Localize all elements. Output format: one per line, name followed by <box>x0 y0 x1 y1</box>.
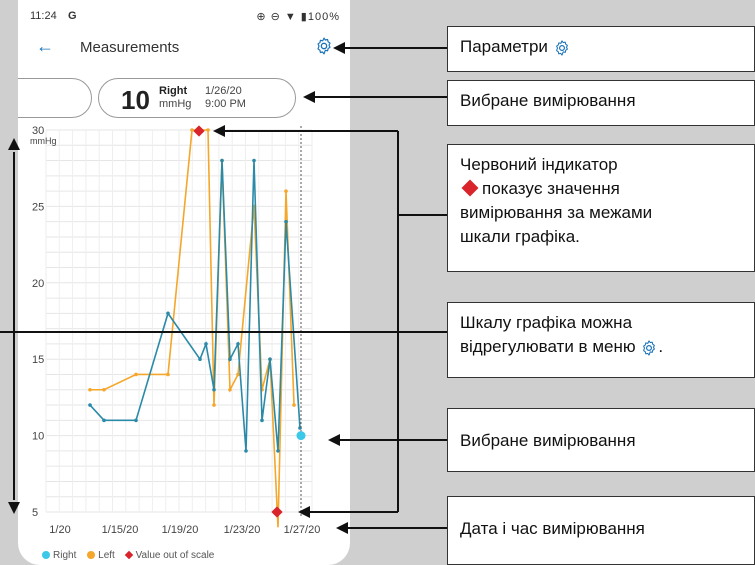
left-series-point <box>284 189 288 193</box>
right-series-point <box>260 418 264 423</box>
right-series-point <box>102 418 106 423</box>
arrow-head <box>336 522 348 534</box>
arrow-head <box>298 506 310 518</box>
right-series-line <box>89 160 301 451</box>
x-tick-label: 1/19/20 <box>162 524 199 536</box>
callout-scale-line2: відрегулювати в меню <box>460 337 636 356</box>
arrow-head <box>303 91 315 103</box>
y-tick-label: 20 <box>32 278 44 290</box>
right-series-point <box>276 449 280 453</box>
callout-selected-top: Вибране вимірювання <box>447 80 755 126</box>
callout-scale-line1: Шкалу графіка можна <box>460 313 633 332</box>
callout-selected-bottom: Вибране вимірювання <box>447 408 755 472</box>
right-series-point <box>284 219 288 224</box>
arrow-head <box>8 138 20 150</box>
y-axis-unit: mmHg <box>30 136 57 146</box>
red-diamond-icon <box>461 179 479 197</box>
y-tick-label: 25 <box>32 201 44 213</box>
callout-settings-text: Параметри <box>460 37 548 56</box>
left-series-point <box>212 403 216 407</box>
gear-icon <box>643 339 656 356</box>
gear-icon <box>555 39 568 56</box>
arrow-head <box>333 42 345 54</box>
y-tick-label: 10 <box>32 431 44 443</box>
right-series-point <box>236 342 240 346</box>
selected-point <box>296 431 306 441</box>
callout-red-line4: шкали графіка. <box>460 227 580 246</box>
right-series-point <box>244 449 248 453</box>
left-series-point <box>228 387 232 392</box>
left-series-point <box>88 387 92 392</box>
x-tick-label: 1/20 <box>49 524 70 536</box>
x-tick-label: 1/27/20 <box>284 524 321 536</box>
callout-red-line1: Червоний індикатор <box>460 155 618 174</box>
right-series-point <box>88 403 92 407</box>
callout-settings: Параметри <box>447 26 755 72</box>
left-series-point <box>292 403 296 407</box>
y-tick-label: 15 <box>32 354 44 366</box>
left-series-point <box>166 372 170 377</box>
out-of-scale-marker <box>271 506 283 518</box>
callout-datetime: Дата і час вимірювання <box>447 496 755 565</box>
arrow-head <box>8 502 20 514</box>
left-series-point <box>206 128 210 132</box>
right-series-point <box>268 357 272 362</box>
y-tick-label: 5 <box>32 507 38 519</box>
right-series-point <box>198 357 202 362</box>
left-series-point <box>190 128 194 132</box>
right-series-point <box>166 311 170 316</box>
x-tick-label: 1/23/20 <box>224 524 261 536</box>
callout-selected-bottom-text: Вибране вимірювання <box>460 431 636 450</box>
right-series-point <box>134 418 138 423</box>
callout-red-line2: показує значення <box>482 179 620 198</box>
left-series-point <box>134 372 138 377</box>
callout-red-line3: вимірювання за межами <box>460 203 653 222</box>
right-series-point <box>204 342 208 346</box>
x-tick-label: 1/15/20 <box>102 524 139 536</box>
left-series-point <box>102 387 106 392</box>
arrow-head <box>328 434 340 446</box>
callout-datetime-text: Дата і час вимірювання <box>460 519 645 538</box>
right-series-point <box>228 357 232 362</box>
callout-scale: Шкалу графіка можна відрегулювати в меню… <box>447 302 755 378</box>
right-series-point <box>212 387 216 392</box>
right-series-point <box>252 158 256 163</box>
out-of-scale-marker <box>193 125 205 137</box>
left-series-point <box>236 372 240 377</box>
right-series-point <box>220 158 224 163</box>
callout-selected-top-text: Вибране вимірювання <box>460 91 636 110</box>
callout-red-indicator: Червоний індикатор показує значення вимі… <box>447 144 755 272</box>
